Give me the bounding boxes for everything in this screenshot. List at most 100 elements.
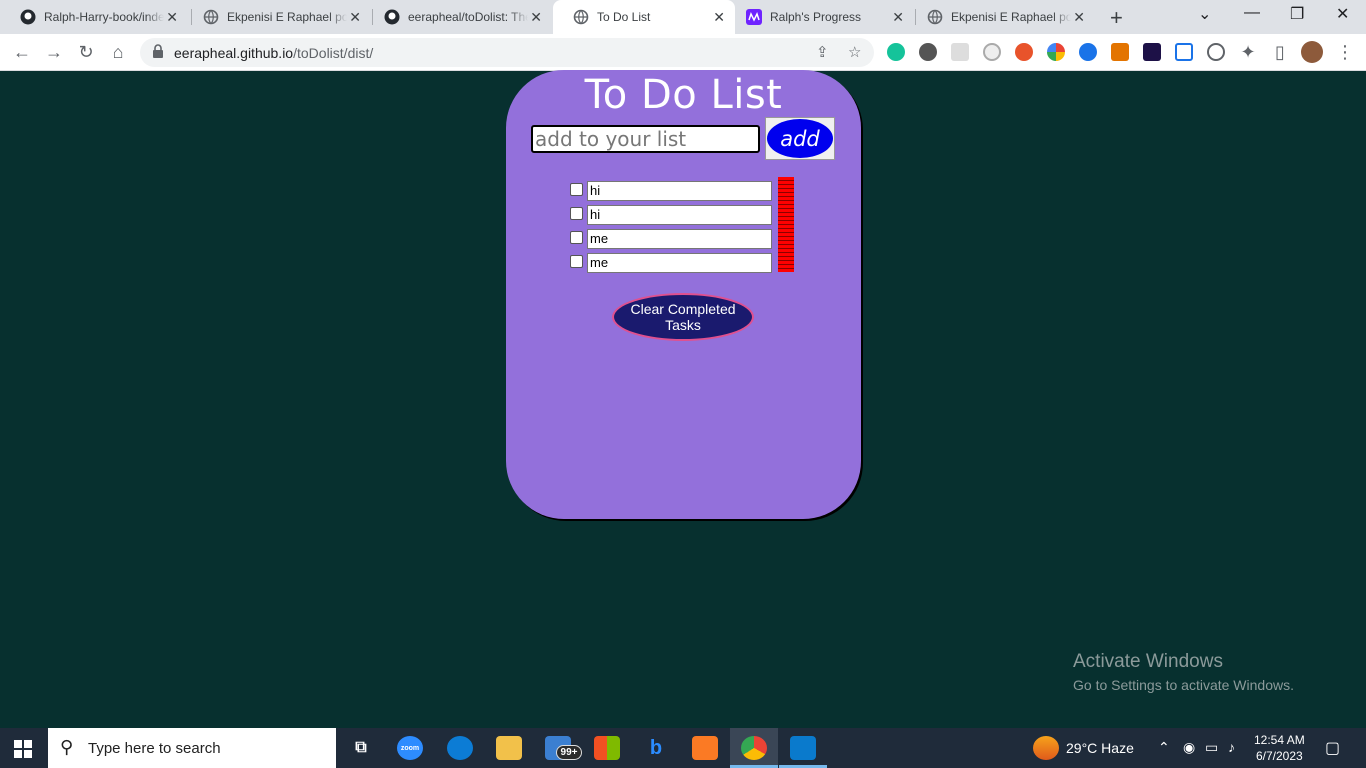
add-button[interactable]: add	[767, 119, 833, 158]
app-extension-icon[interactable]	[1143, 43, 1161, 61]
file-explorer-icon[interactable]	[496, 736, 522, 760]
tab-title: Ekpenisi E Raphael portfolio	[227, 10, 347, 24]
clock-date: 6/7/2023	[1255, 749, 1303, 763]
windows-start-icon[interactable]	[14, 740, 32, 758]
tab-2[interactable]: eerapheal/toDolist: The ✕	[364, 0, 552, 34]
task-text-field[interactable]: me	[587, 229, 772, 249]
menu-kebab-icon[interactable]: ⋮	[1333, 40, 1357, 64]
profile-avatar[interactable]	[1301, 41, 1323, 63]
chrome-icon[interactable]	[741, 736, 767, 760]
tab-strip: Ralph-Harry-book/index ✕ Ekpenisi E Raph…	[0, 0, 1366, 34]
forward-button[interactable]: →	[42, 40, 66, 64]
vscode-icon[interactable]	[790, 736, 816, 760]
close-icon[interactable]: ✕	[892, 9, 904, 26]
tab-title: eerapheal/toDolist: The	[408, 10, 528, 24]
github-icon	[20, 9, 36, 25]
task-text-field[interactable]: me	[587, 253, 772, 273]
tab-0[interactable]: Ralph-Harry-book/index ✕	[0, 0, 188, 34]
clock[interactable]: 12:54 AM 6/7/2023	[1254, 732, 1305, 764]
share-icon[interactable]: ⇪	[816, 43, 829, 61]
lock-icon[interactable]	[153, 44, 163, 58]
tab-4[interactable]: Ralph's Progress ✕	[726, 0, 914, 34]
task-item: me	[570, 228, 800, 252]
close-icon[interactable]: ✕	[349, 9, 361, 26]
tab-search-icon[interactable]: ⌄	[1198, 4, 1211, 24]
restore-button[interactable]: ❐	[1290, 4, 1304, 24]
close-icon[interactable]: ✕	[713, 9, 725, 26]
minimize-button[interactable]: —	[1244, 4, 1260, 22]
close-icon[interactable]: ✕	[166, 9, 178, 26]
close-icon[interactable]: ✕	[530, 9, 542, 26]
close-window-button[interactable]: ✕	[1336, 4, 1349, 24]
task-text-field[interactable]: hi	[587, 205, 772, 225]
extension-icon[interactable]	[983, 43, 1001, 61]
watermark-title: Activate Windows	[1073, 651, 1223, 672]
url-host: eerapheal.github.io	[174, 45, 294, 61]
globe-icon	[203, 9, 219, 25]
meet-now-icon[interactable]: ◉	[1183, 739, 1195, 756]
wordpress-icon[interactable]	[919, 43, 937, 61]
page-title: To Do List	[584, 72, 783, 118]
clear-completed-button[interactable]: Clear Completed Tasks	[612, 293, 754, 341]
color-extension-icon[interactable]	[1047, 43, 1065, 61]
back-button[interactable]: ←	[10, 40, 34, 64]
watermark-subtitle: Go to Settings to activate Windows.	[1073, 677, 1294, 693]
task-text-field[interactable]: hi	[587, 181, 772, 201]
xampp-icon[interactable]	[692, 736, 718, 760]
weather-text[interactable]: 29°C Haze	[1066, 740, 1134, 756]
activate-windows-watermark: Activate Windows Go to Settings to activ…	[1073, 651, 1294, 693]
task-checkbox[interactable]	[570, 231, 583, 244]
tray-chevron-icon[interactable]: ⌃	[1158, 739, 1170, 756]
task-checkbox[interactable]	[570, 183, 583, 196]
delete-tasks-handle[interactable]	[778, 177, 794, 272]
new-tab-button[interactable]: +	[1110, 5, 1123, 31]
add-button-frame[interactable]: add	[765, 117, 835, 160]
mail-badge: 99+	[556, 745, 582, 760]
task-checkbox[interactable]	[570, 255, 583, 268]
chat-extension-icon[interactable]	[1079, 43, 1097, 61]
grammarly-icon[interactable]	[887, 43, 905, 61]
screen-extension-icon[interactable]	[1175, 43, 1193, 61]
edge-icon[interactable]	[447, 736, 473, 760]
tab-1[interactable]: Ekpenisi E Raphael portfolio ✕	[183, 0, 371, 34]
search-icon: ⚲	[60, 737, 74, 757]
taskbar-search[interactable]: ⚲ Type here to search	[48, 728, 336, 768]
taskbar-search-placeholder: Type here to search	[88, 740, 221, 757]
url-text: eerapheal.github.io/toDolist/dist/	[174, 45, 373, 61]
tab-title: Ralph's Progress	[770, 10, 861, 24]
bing-icon[interactable]: b	[643, 736, 669, 760]
microsoft-store-icon[interactable]	[594, 736, 620, 760]
task-item: hi	[570, 204, 800, 228]
task-item: me	[570, 252, 800, 276]
home-button[interactable]: ⌂	[106, 40, 130, 64]
add-task-input[interactable]	[531, 125, 760, 153]
microverse-icon	[746, 9, 762, 25]
github-icon	[384, 9, 400, 25]
globe-icon	[573, 9, 589, 25]
bookmark-star-icon[interactable]: ☆	[848, 43, 861, 61]
url-path: /toDolist/dist/	[293, 45, 374, 61]
battery-icon[interactable]: ▭	[1205, 739, 1218, 756]
tab-title: Ekpenisi E Raphael portfolio	[951, 10, 1071, 24]
task-checkbox[interactable]	[570, 207, 583, 220]
volume-icon[interactable]: ♪	[1228, 739, 1235, 755]
task-list: hi hi me me	[570, 180, 800, 276]
zoom-icon[interactable]: zoom	[397, 736, 423, 760]
megaphone-extension-icon[interactable]	[1111, 43, 1129, 61]
taskbar: ⚲ Type here to search ⧉ zoom 99+ b 29°C …	[0, 728, 1366, 768]
notifications-icon[interactable]: ▢	[1325, 738, 1340, 758]
side-panel-icon[interactable]: ▯	[1268, 40, 1292, 64]
weather-icon[interactable]	[1033, 736, 1059, 760]
extension-icon[interactable]	[951, 43, 969, 61]
close-icon[interactable]: ✕	[1073, 9, 1085, 26]
address-bar[interactable]: eerapheal.github.io/toDolist/dist/ ⇪ ☆	[140, 38, 874, 67]
extensions-puzzle-icon[interactable]: ✦	[1236, 40, 1260, 64]
reload-button[interactable]: ↻	[74, 40, 98, 64]
tab-3-active[interactable]: To Do List ✕	[553, 0, 735, 34]
code-extension-icon[interactable]	[1207, 43, 1225, 61]
tab-5[interactable]: Ekpenisi E Raphael portfolio ✕	[907, 0, 1095, 34]
clock-time: 12:54 AM	[1254, 733, 1305, 747]
task-view-icon[interactable]: ⧉	[348, 736, 374, 760]
tab-title: Ralph-Harry-book/index	[44, 10, 164, 24]
fire-extension-icon[interactable]	[1015, 43, 1033, 61]
